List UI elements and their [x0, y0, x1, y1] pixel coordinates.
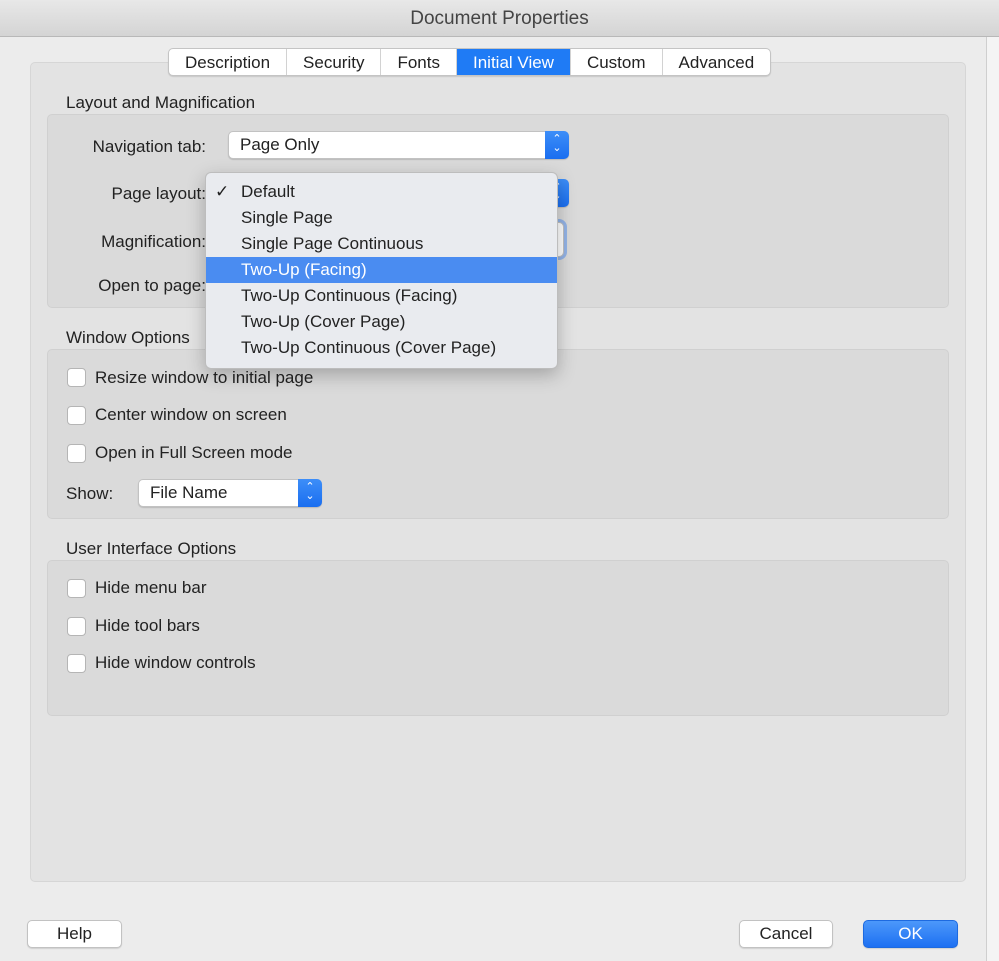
checkmark-icon: ✓	[215, 182, 230, 201]
hide-window-controls-checkbox[interactable]	[67, 654, 86, 673]
window-options-title: Window Options	[66, 328, 190, 347]
navigation-tab-value: Page Only	[240, 135, 320, 154]
show-value: File Name	[150, 483, 228, 502]
page-layout-menu: ✓ Default Single Page Single Page Continu…	[205, 172, 558, 369]
window-edge	[986, 37, 999, 961]
resize-window-label: Resize window to initial page	[95, 368, 314, 387]
menu-item-two-up-continuous-facing[interactable]: Two-Up Continuous (Facing)	[206, 283, 557, 309]
tab-initial-view[interactable]: Initial View	[457, 49, 571, 75]
menu-item-default[interactable]: ✓ Default	[206, 179, 557, 205]
hide-tool-bars-checkbox[interactable]	[67, 617, 86, 636]
chevron-updown-icon: ⌃⌄	[545, 131, 569, 159]
center-window-checkbox[interactable]	[67, 406, 86, 425]
layout-section-title: Layout and Magnification	[66, 93, 256, 112]
tab-security[interactable]: Security	[287, 49, 382, 75]
chevron-updown-icon: ⌃⌄	[298, 479, 322, 507]
tab-fonts[interactable]: Fonts	[381, 49, 457, 75]
hide-tool-bars-label: Hide tool bars	[95, 616, 200, 635]
navigation-tab-label: Navigation tab:	[92, 137, 206, 156]
help-button[interactable]: Help	[27, 920, 122, 948]
hide-menu-bar-label: Hide menu bar	[95, 578, 207, 597]
show-select[interactable]: File Name ⌃ ⌄	[138, 479, 322, 507]
menu-item-two-up-facing[interactable]: Two-Up (Facing)	[206, 257, 557, 283]
hide-menu-bar-checkbox[interactable]	[67, 579, 86, 598]
ok-button[interactable]: OK	[863, 920, 958, 948]
resize-window-checkbox[interactable]	[67, 368, 86, 387]
menu-item-two-up-cover-page[interactable]: Two-Up (Cover Page)	[206, 309, 557, 335]
tab-bar: Description Security Fonts Initial View …	[168, 48, 772, 76]
navigation-tab-select[interactable]: Page Only ⌃ ⌄	[228, 131, 569, 159]
page-layout-label: Page layout:	[111, 184, 206, 203]
open-to-page-label: Open to page:	[98, 276, 206, 295]
center-window-label: Center window on screen	[95, 405, 287, 424]
hide-window-controls-label: Hide window controls	[95, 653, 256, 672]
magnification-label: Magnification:	[101, 232, 206, 251]
title-bar: Document Properties	[0, 0, 999, 37]
menu-item-single-page[interactable]: Single Page	[206, 205, 557, 231]
tab-advanced[interactable]: Advanced	[663, 49, 771, 75]
tab-description[interactable]: Description	[169, 49, 288, 75]
full-screen-label: Open in Full Screen mode	[95, 443, 293, 462]
show-label: Show:	[66, 484, 114, 503]
menu-item-two-up-continuous-cover-page[interactable]: Two-Up Continuous (Cover Page)	[206, 335, 557, 361]
full-screen-checkbox[interactable]	[67, 444, 86, 463]
ui-options-title: User Interface Options	[66, 539, 237, 558]
cancel-button[interactable]: Cancel	[739, 920, 833, 948]
tab-custom[interactable]: Custom	[571, 49, 663, 75]
menu-item-label: Default	[241, 182, 295, 201]
menu-item-single-page-continuous[interactable]: Single Page Continuous	[206, 231, 557, 257]
